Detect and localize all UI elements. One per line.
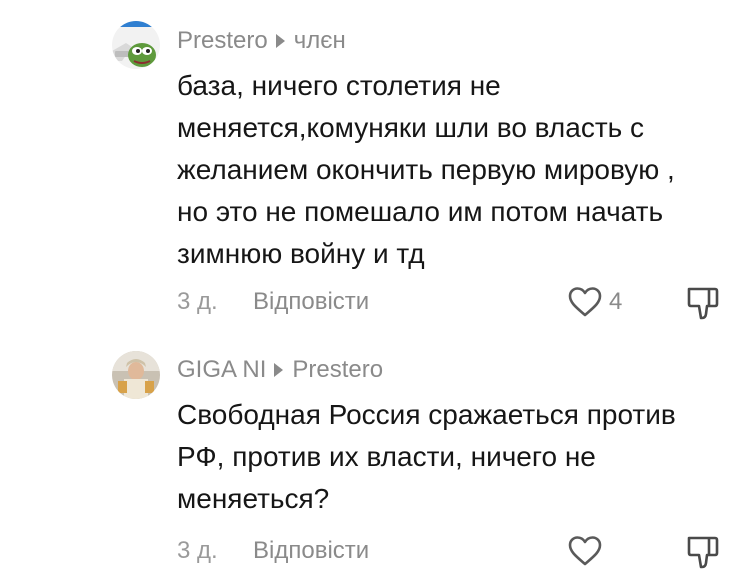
comment-actions: 3 д. Відповісти <box>177 531 722 571</box>
comment-text: Свободная Россия сражаеться против РФ, п… <box>177 399 676 514</box>
person-photo-avatar-icon <box>112 351 160 399</box>
thumbs-down-icon <box>687 287 719 320</box>
reply-button[interactable]: Відповісти <box>253 537 369 565</box>
username[interactable]: Prestero <box>177 27 268 55</box>
pepe-frog-avatar-icon <box>112 21 160 69</box>
reply-arrow-icon <box>274 363 284 377</box>
heart-icon <box>568 536 602 566</box>
reply-button[interactable]: Відповісти <box>253 288 369 316</box>
avatar[interactable] <box>112 21 160 69</box>
timestamp: 3 д. <box>177 537 218 564</box>
thumbs-down-icon <box>687 536 719 569</box>
dislike-button[interactable] <box>686 534 720 577</box>
like-count: 4 <box>609 288 623 315</box>
like-button[interactable] <box>567 535 609 567</box>
dislike-button[interactable] <box>686 285 720 328</box>
comment-text: база, ничего столетия не меняется,комуня… <box>177 70 675 269</box>
comment-actions: 3 д. Відповісти 4 <box>177 282 722 322</box>
like-button[interactable]: 4 <box>567 286 622 318</box>
comment-header: Prestero члєн <box>177 27 346 55</box>
username[interactable]: GIGA NI <box>177 356 266 384</box>
comment-header: GIGA NI Prestero <box>177 356 383 384</box>
reply-arrow-icon <box>275 34 285 48</box>
reply-target[interactable]: Prestero <box>292 356 383 384</box>
reply-target[interactable]: члєн <box>294 27 346 55</box>
avatar[interactable] <box>112 351 160 399</box>
timestamp: 3 д. <box>177 288 218 315</box>
heart-icon <box>568 287 602 317</box>
